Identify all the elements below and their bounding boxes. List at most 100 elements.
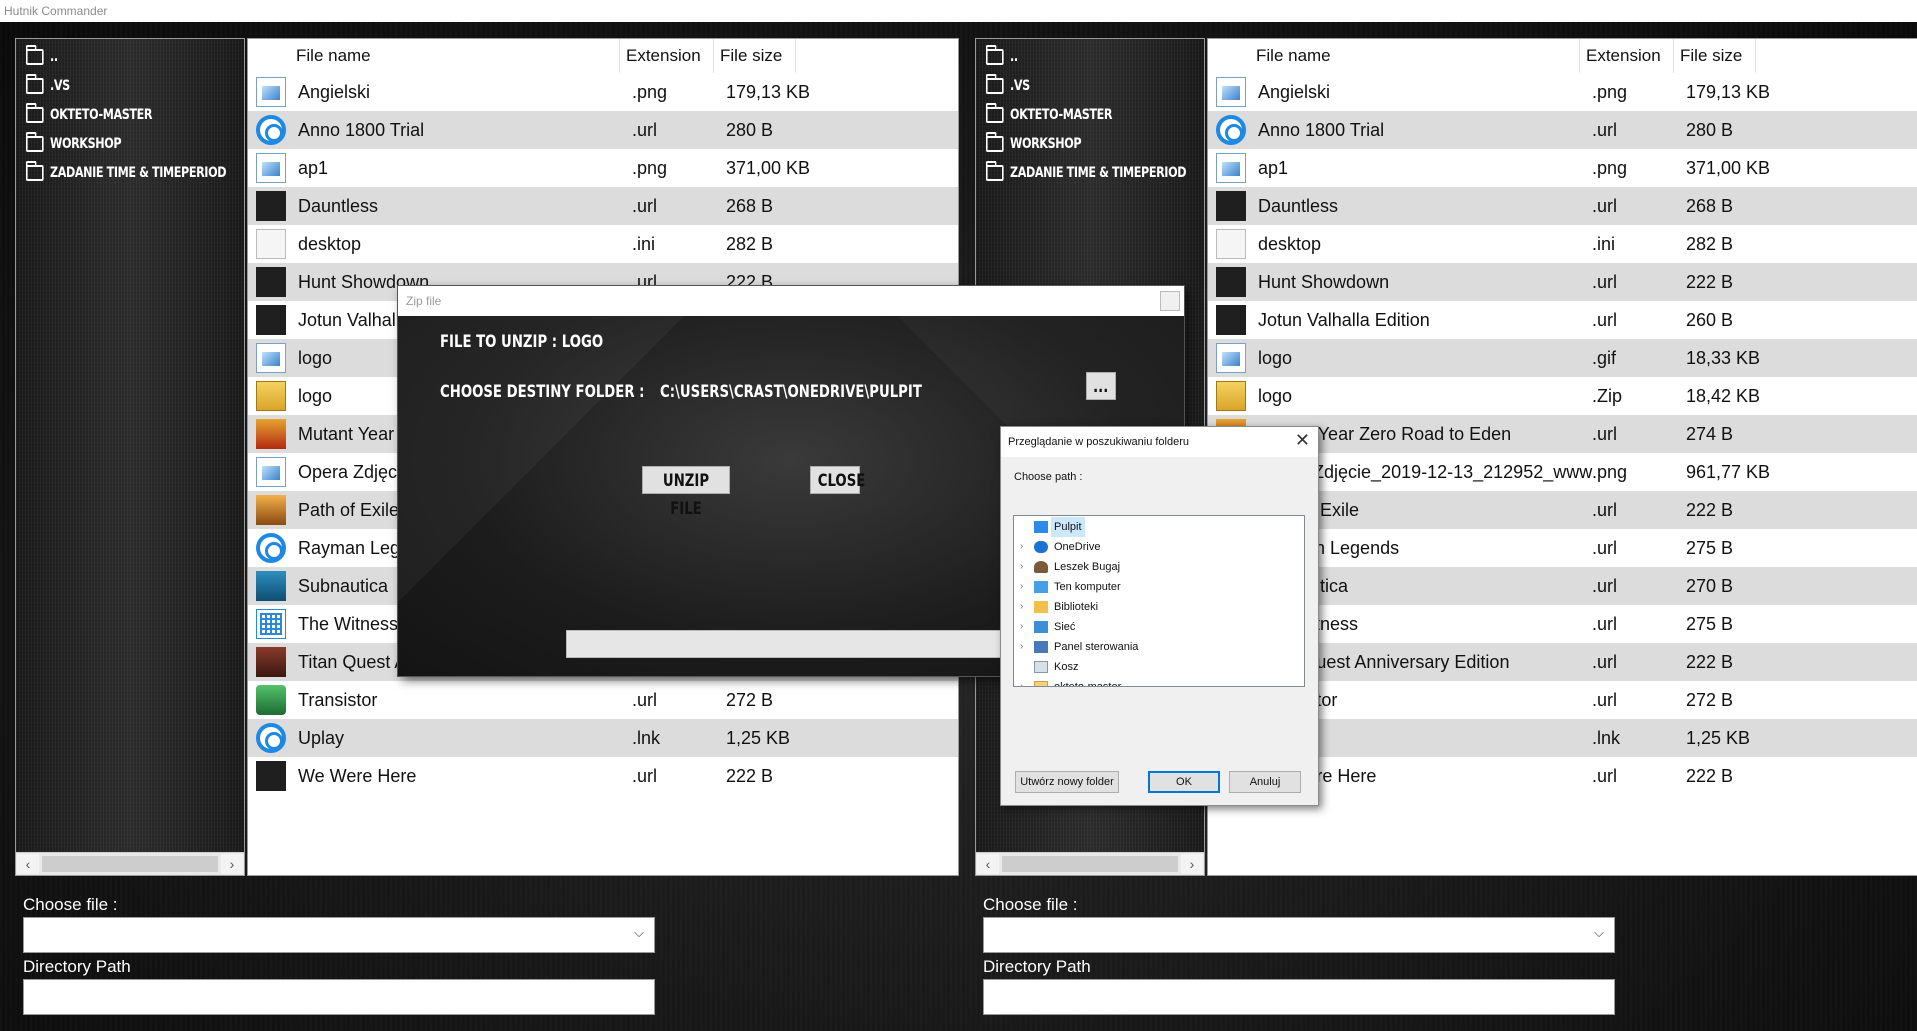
scroll-right-button[interactable]: › xyxy=(221,854,243,874)
file-row[interactable]: desktop .ini 282 B xyxy=(1208,225,1917,263)
file-size: 280 B xyxy=(726,120,774,140)
file-ext: .url xyxy=(1592,424,1618,444)
file-name: desktop xyxy=(298,234,362,254)
file-row[interactable]: Hunt Showdown .url 222 B xyxy=(1208,263,1917,301)
column-header-extension[interactable]: Extension xyxy=(1580,39,1674,73)
folder-tree-node[interactable]: › Ten komputer xyxy=(1014,577,1304,597)
file-size: 280 B xyxy=(1686,120,1734,140)
desktop-icon xyxy=(1034,521,1048,533)
file-size: 371,00 KB xyxy=(726,158,811,178)
scroll-right-button[interactable]: › xyxy=(1181,854,1203,874)
net-icon xyxy=(1034,621,1048,633)
file-ext: .url xyxy=(1592,538,1618,558)
choose-file-dropdown[interactable]: ⌵ xyxy=(23,917,655,953)
file-ext: .url xyxy=(1592,196,1618,216)
chevron-right-icon[interactable]: › xyxy=(1020,637,1023,657)
directory-path-input[interactable] xyxy=(983,979,1615,1015)
chevron-down-icon[interactable]: ⌵ xyxy=(634,925,644,941)
game-shortcut-icon xyxy=(256,305,286,335)
folder-tree-node[interactable]: › Leszek Bugaj xyxy=(1014,557,1304,577)
dir-item[interactable]: OKTETO-MASTER xyxy=(26,101,153,129)
cloud-icon xyxy=(1034,541,1048,553)
close-button[interactable]: CLOSE xyxy=(810,466,865,494)
file-row[interactable]: ap1 .png 371,00 KB xyxy=(248,149,958,187)
folder-tree-node[interactable]: Kosz xyxy=(1014,657,1304,677)
file-row[interactable]: Transistor .url 272 B xyxy=(248,681,958,719)
dir-item[interactable]: ZADANIE TIME & TIMEPERIOD xyxy=(26,159,226,187)
file-size: 275 B xyxy=(1686,538,1734,558)
folder-tree-node[interactable]: › Panel sterowania xyxy=(1014,637,1304,657)
folder-tree-node[interactable]: › OneDrive xyxy=(1014,537,1304,557)
folder-tree-node[interactable]: Pulpit xyxy=(1014,517,1304,537)
file-row[interactable]: Dauntless .url 268 B xyxy=(248,187,958,225)
dir-item[interactable]: .. xyxy=(986,43,1018,71)
file-row[interactable]: Jotun Valhalla Edition .url 260 B xyxy=(1208,301,1917,339)
chevron-right-icon[interactable]: › xyxy=(1020,617,1023,637)
scroll-left-button[interactable]: ‹ xyxy=(17,854,39,874)
dir-item[interactable]: .VS xyxy=(986,72,1030,100)
file-row[interactable]: Anno 1800 Trial .url 280 B xyxy=(1208,111,1917,149)
cp-icon xyxy=(1034,641,1048,653)
file-row[interactable]: Dauntless .url 268 B xyxy=(1208,187,1917,225)
chevron-right-icon[interactable]: › xyxy=(1020,537,1023,557)
column-header-name[interactable]: File name xyxy=(1248,39,1580,73)
dir-item[interactable]: WORKSHOP xyxy=(26,130,122,158)
chevron-down-icon[interactable]: ⌵ xyxy=(1594,925,1604,941)
scroll-thumb[interactable] xyxy=(1002,856,1178,872)
uplay-icon xyxy=(256,115,286,145)
new-folder-button[interactable]: Utwórz nowy folder xyxy=(1015,771,1119,793)
file-row[interactable]: Uplay .lnk 1,25 KB xyxy=(248,719,958,757)
left-directory-list[interactable]: .. .VS OKTETO-MASTER WORKSHOP ZADANIE TI… xyxy=(15,38,245,876)
file-row[interactable]: logo .Zip 18,42 KB xyxy=(1208,377,1917,415)
zip-dialog-close-button[interactable] xyxy=(1160,291,1180,311)
file-size: 222 B xyxy=(726,766,774,786)
chevron-right-icon[interactable]: › xyxy=(1020,577,1023,597)
column-header-name[interactable]: File name xyxy=(288,39,620,73)
file-size: 222 B xyxy=(1686,272,1734,292)
file-size: 260 B xyxy=(1686,310,1734,330)
scroll-thumb[interactable] xyxy=(42,856,218,872)
choose-file-dropdown[interactable]: ⌵ xyxy=(983,917,1615,953)
file-ext: .gif xyxy=(1592,348,1617,368)
file-row[interactable]: desktop .ini 282 B xyxy=(248,225,958,263)
dir-item[interactable]: ZADANIE TIME & TIMEPERIOD xyxy=(986,159,1186,187)
file-row[interactable]: We Were Here .url 222 B xyxy=(248,757,958,795)
folder-tree-node[interactable]: › Sieć xyxy=(1014,617,1304,637)
chevron-right-icon[interactable]: › xyxy=(1020,677,1023,686)
file-row[interactable]: Angielski .png 179,13 KB xyxy=(1208,73,1917,111)
chevron-right-icon[interactable]: › xyxy=(1020,597,1023,617)
ok-button[interactable]: OK xyxy=(1148,771,1220,793)
cancel-button[interactable]: Anuluj xyxy=(1229,771,1301,793)
horizontal-scrollbar[interactable]: ‹ › xyxy=(16,852,244,875)
dir-item[interactable]: OKTETO-MASTER xyxy=(986,101,1113,129)
file-ext: .png xyxy=(632,82,668,102)
close-icon[interactable]: ✕ xyxy=(1295,430,1310,451)
horizontal-scrollbar[interactable]: ‹ › xyxy=(976,852,1204,875)
game-shortcut-icon xyxy=(1216,191,1246,221)
folder-tree-label: Pulpit xyxy=(1051,517,1085,537)
file-row[interactable]: Anno 1800 Trial .url 280 B xyxy=(248,111,958,149)
browse-folder-button[interactable]: ... xyxy=(1086,372,1116,400)
column-header-size[interactable]: File size xyxy=(714,39,796,73)
file-name: Angielski xyxy=(1258,82,1331,102)
unzip-file-button[interactable]: UNZIP FILE xyxy=(642,466,730,519)
folder-tree[interactable]: Pulpit › OneDrive › Leszek Bugaj › Ten kompute… xyxy=(1013,515,1305,687)
dir-item[interactable]: WORKSHOP xyxy=(986,130,1082,158)
folder-tree-node[interactable]: › okteto-master xyxy=(1014,677,1304,686)
dir-item[interactable]: .. xyxy=(26,43,58,71)
destiny-folder-path: C:\USERS\CRAST\ONEDRIVE\PULPIT xyxy=(660,382,922,402)
game-shortcut-icon xyxy=(1216,305,1246,335)
scroll-left-button[interactable]: ‹ xyxy=(977,854,999,874)
chevron-right-icon[interactable]: › xyxy=(1020,557,1023,577)
file-row[interactable]: ap1 .png 371,00 KB xyxy=(1208,149,1917,187)
folder-icon xyxy=(986,161,1004,181)
file-row[interactable]: logo .gif 18,33 KB xyxy=(1208,339,1917,377)
folder-browser-title: Przeglądanie w poszukiwaniu folderu xyxy=(1001,427,1318,457)
folder-tree-node[interactable]: › Biblioteki xyxy=(1014,597,1304,617)
file-row[interactable]: Angielski .png 179,13 KB xyxy=(248,73,958,111)
image-file-icon xyxy=(256,457,286,487)
column-header-size[interactable]: File size xyxy=(1674,39,1756,73)
dir-item[interactable]: .VS xyxy=(26,72,70,100)
column-header-extension[interactable]: Extension xyxy=(620,39,714,73)
directory-path-input[interactable] xyxy=(23,979,655,1015)
